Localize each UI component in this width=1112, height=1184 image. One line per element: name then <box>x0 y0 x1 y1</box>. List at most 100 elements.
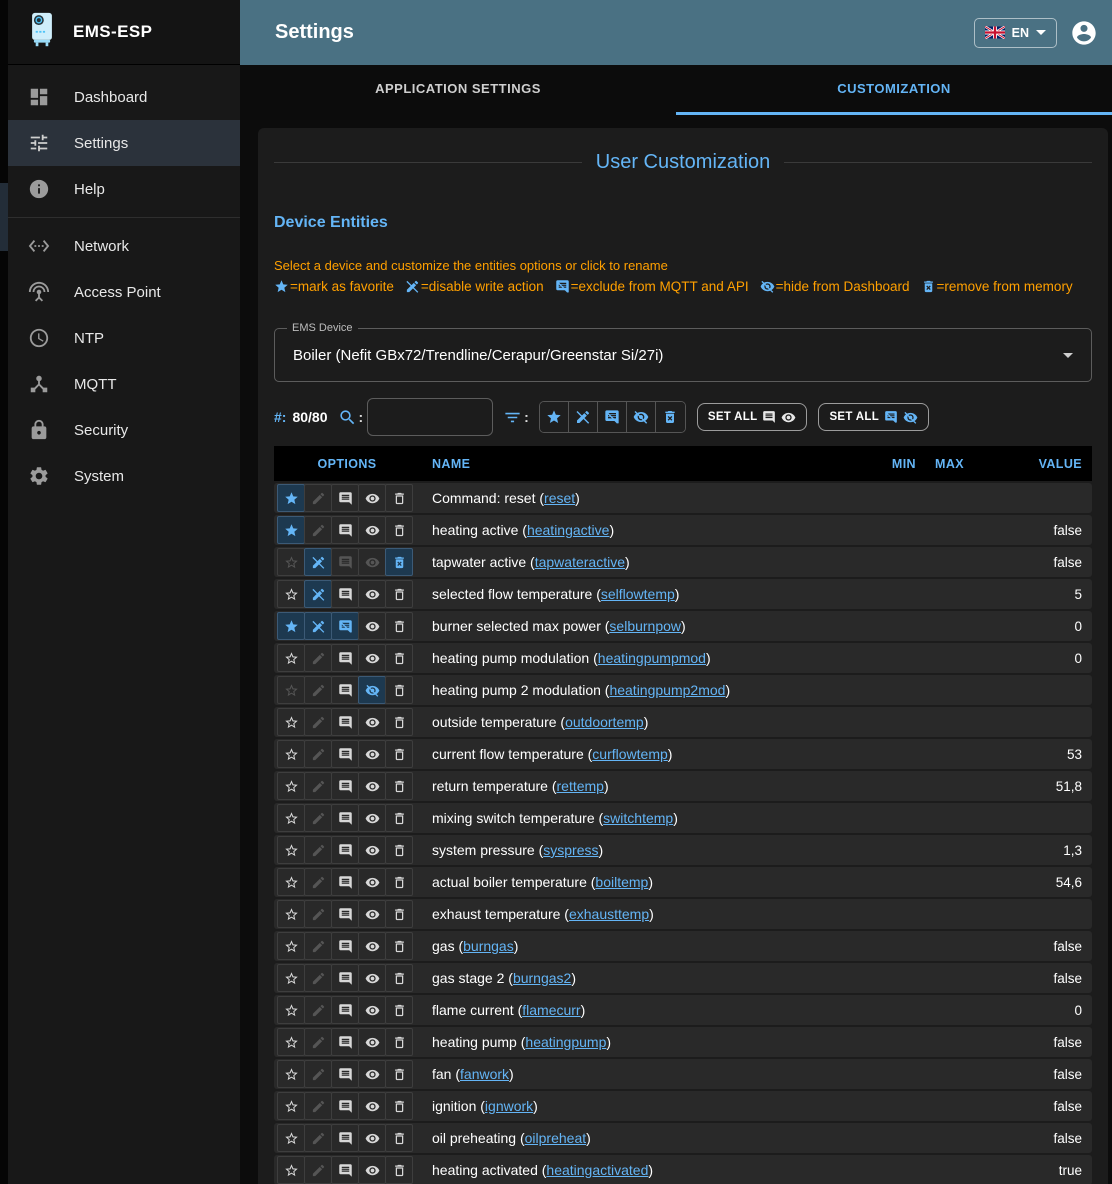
entity-shortname-link[interactable]: outdoortemp <box>565 714 644 730</box>
visibility-toggle[interactable] <box>358 1028 386 1056</box>
entity-shortname-link[interactable]: exhausttemp <box>569 906 649 922</box>
entity-shortname-link[interactable]: burngas <box>463 938 514 954</box>
write-toggle[interactable] <box>304 548 332 576</box>
mqtt-api-toggle[interactable] <box>331 484 359 512</box>
sidebar-item-help[interactable]: Help <box>8 166 240 212</box>
favorite-toggle[interactable] <box>277 932 305 960</box>
entity-shortname-link[interactable]: oilpreheat <box>525 1130 587 1146</box>
entity-name[interactable]: heating pump (heatingpump) <box>420 1034 868 1050</box>
visibility-toggle[interactable] <box>358 1156 386 1184</box>
visibility-toggle[interactable] <box>358 580 386 608</box>
entity-name[interactable]: heating pump modulation (heatingpumpmod) <box>420 650 868 666</box>
memory-toggle[interactable] <box>385 676 413 704</box>
write-toggle[interactable] <box>304 964 332 992</box>
sidebar-item-ntp[interactable]: NTP <box>8 315 240 361</box>
visibility-toggle[interactable] <box>358 932 386 960</box>
visibility-toggle[interactable] <box>358 900 386 928</box>
mqtt-api-toggle[interactable] <box>331 676 359 704</box>
mqtt-api-toggle[interactable] <box>331 708 359 736</box>
favorite-toggle[interactable] <box>277 1156 305 1184</box>
mqtt-api-toggle[interactable] <box>331 644 359 672</box>
favorite-toggle[interactable] <box>277 804 305 832</box>
favorite-toggle[interactable] <box>277 996 305 1024</box>
mqtt-api-toggle[interactable] <box>331 932 359 960</box>
write-toggle[interactable] <box>304 996 332 1024</box>
write-toggle[interactable] <box>304 1092 332 1120</box>
tab-customization[interactable]: CUSTOMIZATION <box>676 65 1112 115</box>
sidebar-item-security[interactable]: Security <box>8 407 240 453</box>
memory-toggle[interactable] <box>385 1060 413 1088</box>
write-toggle[interactable] <box>304 804 332 832</box>
entity-name[interactable]: system pressure (syspress) <box>420 842 868 858</box>
favorite-toggle[interactable] <box>277 1124 305 1152</box>
mqtt-api-toggle[interactable] <box>331 1124 359 1152</box>
visibility-toggle[interactable] <box>358 676 386 704</box>
memory-toggle[interactable] <box>385 932 413 960</box>
write-toggle[interactable] <box>304 1124 332 1152</box>
memory-toggle[interactable] <box>385 708 413 736</box>
sidebar-item-dashboard[interactable]: Dashboard <box>8 74 240 120</box>
entity-shortname-link[interactable]: tapwateractive <box>535 554 625 570</box>
favorite-toggle[interactable] <box>277 612 305 640</box>
favorite-toggle[interactable] <box>277 964 305 992</box>
write-toggle[interactable] <box>304 484 332 512</box>
entity-name[interactable]: exhaust temperature (exhausttemp) <box>420 906 868 922</box>
entity-name[interactable]: tapwater active (tapwateractive) <box>420 554 868 570</box>
visibility-toggle[interactable] <box>358 612 386 640</box>
memory-toggle[interactable] <box>385 644 413 672</box>
entity-name[interactable]: actual boiler temperature (boiltemp) <box>420 874 868 890</box>
favorite-toggle[interactable] <box>277 580 305 608</box>
entity-shortname-link[interactable]: heatingpumpmod <box>598 650 706 666</box>
sidebar-item-access-point[interactable]: Access Point <box>8 269 240 315</box>
favorite-toggle[interactable] <box>277 676 305 704</box>
mqtt-api-toggle[interactable] <box>331 804 359 832</box>
mqtt-api-toggle[interactable] <box>331 868 359 896</box>
write-toggle[interactable] <box>304 580 332 608</box>
sidebar-item-network[interactable]: Network <box>8 223 240 269</box>
memory-toggle[interactable] <box>385 772 413 800</box>
entity-name[interactable]: gas stage 2 (burngas2) <box>420 970 868 986</box>
mqtt-api-toggle[interactable] <box>331 612 359 640</box>
visibility-toggle[interactable] <box>358 1060 386 1088</box>
visibility-toggle[interactable] <box>358 644 386 672</box>
memory-toggle[interactable] <box>385 900 413 928</box>
memory-toggle[interactable] <box>385 740 413 768</box>
visibility-toggle[interactable] <box>358 708 386 736</box>
entity-name[interactable]: gas (burngas) <box>420 938 868 954</box>
entity-shortname-link[interactable]: heatingactive <box>527 522 610 538</box>
entity-shortname-link[interactable]: fanwork <box>460 1066 509 1082</box>
memory-toggle[interactable] <box>385 868 413 896</box>
memory-toggle[interactable] <box>385 1124 413 1152</box>
memory-toggle[interactable] <box>385 1028 413 1056</box>
entity-shortname-link[interactable]: syspress <box>543 842 598 858</box>
entity-name[interactable]: heating activated (heatingactivated) <box>420 1162 868 1178</box>
write-toggle[interactable] <box>304 516 332 544</box>
memory-toggle[interactable] <box>385 836 413 864</box>
favorite-toggle[interactable] <box>277 772 305 800</box>
entity-name[interactable]: flame current (flamecurr) <box>420 1002 868 1018</box>
favorite-toggle[interactable] <box>277 516 305 544</box>
entity-shortname-link[interactable]: curflowtemp <box>592 746 667 762</box>
favorite-toggle[interactable] <box>277 1092 305 1120</box>
entity-shortname-link[interactable]: burngas2 <box>513 970 571 986</box>
mqtt-api-toggle[interactable] <box>331 996 359 1024</box>
sidebar-item-settings[interactable]: Settings <box>8 120 240 166</box>
memory-toggle[interactable] <box>385 484 413 512</box>
entity-shortname-link[interactable]: boiltemp <box>595 874 648 890</box>
entity-shortname-link[interactable]: heatingpump2mod <box>609 682 725 698</box>
mqtt-api-toggle[interactable] <box>331 964 359 992</box>
write-toggle[interactable] <box>304 868 332 896</box>
entity-shortname-link[interactable]: heatingpump <box>525 1034 606 1050</box>
filter-edit-off-button[interactable] <box>569 402 598 432</box>
favorite-toggle[interactable] <box>277 644 305 672</box>
mqtt-api-toggle[interactable] <box>331 1060 359 1088</box>
entity-name[interactable]: fan (fanwork) <box>420 1066 868 1082</box>
entity-name[interactable]: ignition (ignwork) <box>420 1098 868 1114</box>
favorite-toggle[interactable] <box>277 900 305 928</box>
visibility-toggle[interactable] <box>358 804 386 832</box>
memory-toggle[interactable] <box>385 516 413 544</box>
mqtt-api-toggle[interactable] <box>331 1028 359 1056</box>
memory-toggle[interactable] <box>385 580 413 608</box>
entity-search-input[interactable] <box>367 398 493 436</box>
mqtt-api-toggle[interactable] <box>331 1156 359 1184</box>
